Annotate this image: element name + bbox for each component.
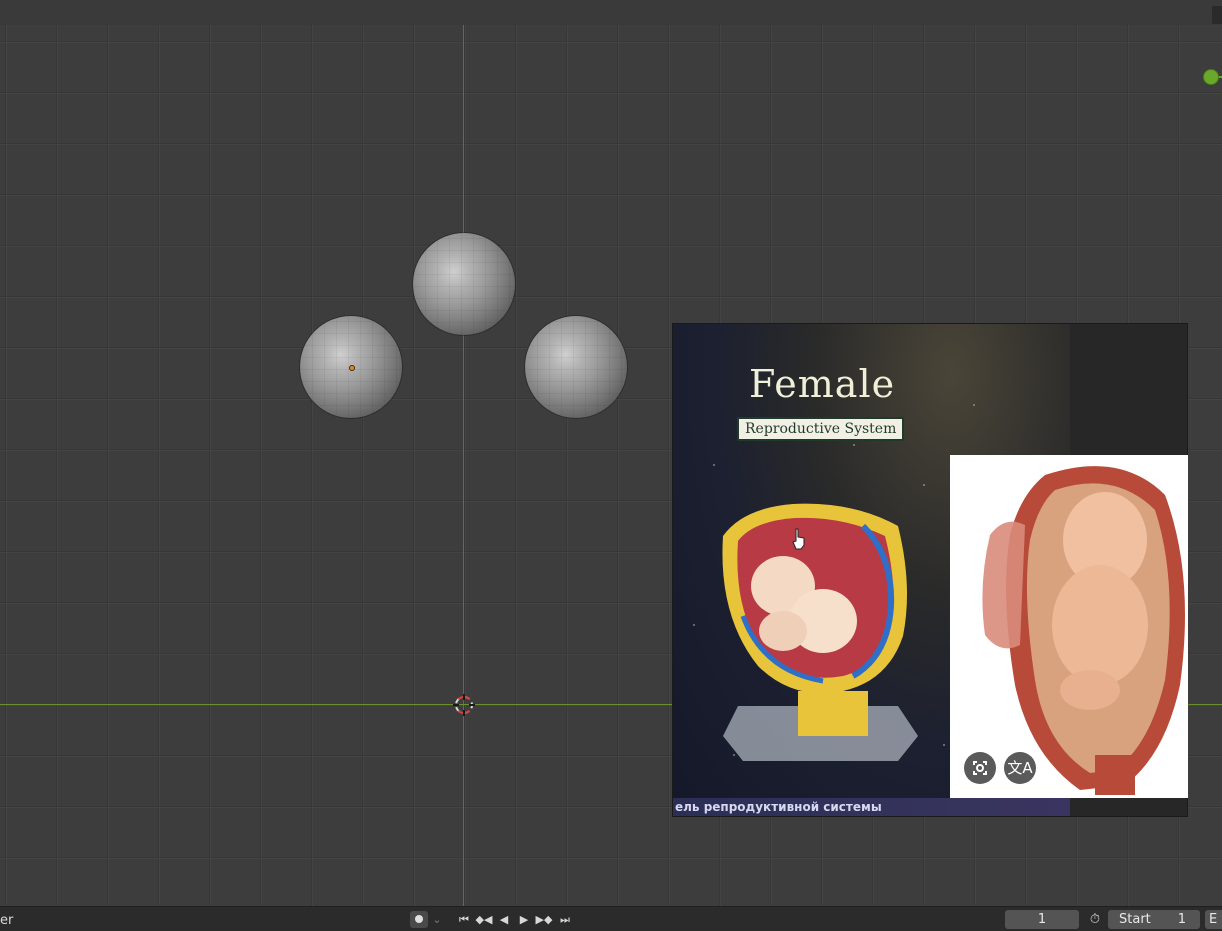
- photo-title-text: Female: [749, 362, 896, 406]
- photo-caption-strip: ель репродуктивной системы: [673, 798, 1070, 816]
- photo-subtitle-label: Reproductive System: [737, 417, 905, 441]
- image-preview-popup: Female Reproductive System ель репродукт…: [672, 323, 1188, 817]
- stopwatch-icon[interactable]: ⏱: [1086, 912, 1104, 928]
- record-dot-icon: [415, 915, 423, 923]
- pelvis-model-illustration: [722, 503, 918, 761]
- google-lens-icon[interactable]: [964, 752, 996, 784]
- timeline-status-bar: er ⌄ ⏮ ◆◀ ◀ ▶ ▶◆ ⏭ 1 ⏱ Start 1 E: [0, 906, 1222, 931]
- prev-keyframe-icon[interactable]: ◆◀: [475, 912, 493, 928]
- navigation-gizmo-y-icon[interactable]: [1203, 69, 1219, 85]
- 3d-cursor-icon[interactable]: [453, 694, 475, 716]
- y-axis-line: [463, 25, 464, 906]
- start-label: Start: [1119, 912, 1151, 927]
- start-value: 1: [1177, 912, 1186, 927]
- status-left-text: er: [0, 913, 14, 928]
- start-frame-field[interactable]: Start 1: [1108, 910, 1200, 929]
- translate-icon[interactable]: 文A: [1004, 752, 1036, 784]
- next-keyframe-icon[interactable]: ▶◆: [535, 912, 553, 928]
- jump-start-icon[interactable]: ⏮: [455, 912, 473, 928]
- object-origin-point: [349, 365, 355, 371]
- play-reverse-icon[interactable]: ◀: [495, 912, 513, 928]
- sphere-object-top[interactable]: [413, 233, 515, 335]
- viewport-header: [0, 0, 1222, 25]
- current-frame-field[interactable]: 1: [1005, 910, 1079, 929]
- jump-end-icon[interactable]: ⏭: [556, 912, 574, 928]
- hand-pointer-icon: [792, 528, 805, 550]
- fetus-model-image: 文A: [950, 455, 1188, 798]
- keying-dropdown-chevron-icon[interactable]: ⌄: [428, 912, 446, 928]
- play-icon[interactable]: ▶: [515, 912, 533, 928]
- end-frame-field[interactable]: E: [1205, 910, 1222, 929]
- sphere-object-right[interactable]: [525, 316, 627, 418]
- keying-toggle-button[interactable]: [410, 911, 428, 928]
- 3d-viewport[interactable]: Female Reproductive System ель репродукт…: [0, 0, 1222, 906]
- sidebar-toggle-tab[interactable]: [1212, 6, 1222, 24]
